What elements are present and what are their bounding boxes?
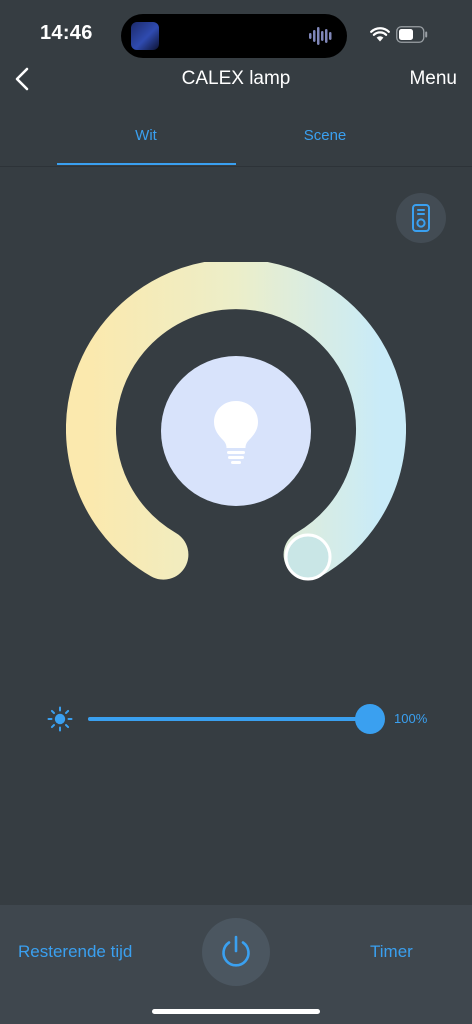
temperature-handle[interactable] xyxy=(284,533,332,581)
brightness-slider[interactable] xyxy=(88,717,370,721)
brightness-slider-thumb[interactable] xyxy=(355,704,385,734)
status-bar: 14:46 xyxy=(0,0,472,60)
remaining-time-button[interactable]: Resterende tijd xyxy=(18,942,132,962)
bottom-bar: Resterende tijd Timer xyxy=(0,905,472,1024)
bulb-preview xyxy=(161,356,311,506)
wifi-icon xyxy=(370,27,390,42)
audio-wave-icon xyxy=(309,27,332,45)
now-playing-artwork xyxy=(131,22,159,50)
status-time: 14:46 xyxy=(40,22,93,44)
battery-icon xyxy=(396,26,428,43)
brightness-slider-fill xyxy=(88,717,370,721)
brightness-value: 100% xyxy=(394,711,428,726)
tab-wit[interactable]: Wit xyxy=(57,110,235,164)
mode-tabs: Wit Scene xyxy=(0,110,472,167)
light-bulb-icon xyxy=(214,401,258,464)
sun-icon xyxy=(47,706,73,732)
tab-scene[interactable]: Scene xyxy=(236,110,414,164)
dynamic-island[interactable] xyxy=(121,14,347,58)
lamp-control-screen: 14:46 CALEX lamp Menu Wit Scene 100% Res… xyxy=(0,0,472,1024)
back-button[interactable] xyxy=(8,62,38,96)
power-button[interactable] xyxy=(202,918,270,986)
remote-control-icon xyxy=(412,204,430,232)
remote-button[interactable] xyxy=(396,193,446,243)
menu-button[interactable]: Menu xyxy=(409,68,457,90)
page-title: CALEX lamp xyxy=(181,68,291,89)
power-icon xyxy=(222,935,250,967)
active-tab-indicator xyxy=(57,163,236,165)
timer-button[interactable]: Timer xyxy=(370,942,413,962)
home-indicator xyxy=(152,1009,320,1014)
